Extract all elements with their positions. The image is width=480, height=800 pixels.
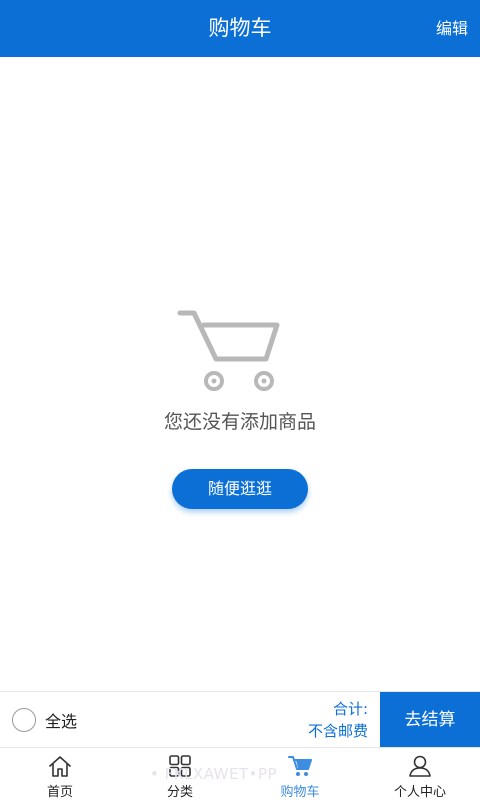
edit-button[interactable]: 编辑	[436, 0, 468, 57]
tab-profile-label: 个人中心	[393, 785, 446, 800]
empty-cart-message: 您还没有添加商品	[163, 411, 316, 433]
empty-cart-icon	[177, 310, 280, 391]
select-all-toggle[interactable]: 全选	[12, 692, 77, 748]
tab-profile[interactable]: 个人中心	[360, 748, 480, 800]
total-label: 合计:	[332, 700, 368, 718]
tab-category-label: 分类	[166, 785, 193, 800]
select-all-radio[interactable]	[12, 708, 36, 732]
tab-home[interactable]: 首页	[0, 748, 120, 800]
header-bar: 购物车 编辑	[0, 0, 480, 57]
empty-cart-area: 您还没有添加商品 随便逛逛	[0, 57, 480, 691]
person-icon	[409, 755, 431, 777]
home-icon	[49, 756, 71, 777]
browse-button[interactable]: 随便逛逛	[172, 469, 308, 509]
shipping-note: 不含邮费	[307, 722, 368, 740]
checkout-button[interactable]: 去结算	[380, 692, 480, 748]
page-title: 购物车	[208, 16, 272, 40]
watermark-text: • FKLXAWET•PP	[150, 765, 278, 783]
checkout-bar: 全选 合计: 不含邮费 去结算	[0, 691, 480, 748]
total-summary: 合计: 不含邮费	[308, 698, 368, 742]
tab-cart-label: 购物车	[280, 785, 320, 800]
cart-icon	[288, 756, 312, 776]
select-all-label: 全选	[45, 712, 78, 731]
tab-home-label: 首页	[46, 785, 73, 800]
